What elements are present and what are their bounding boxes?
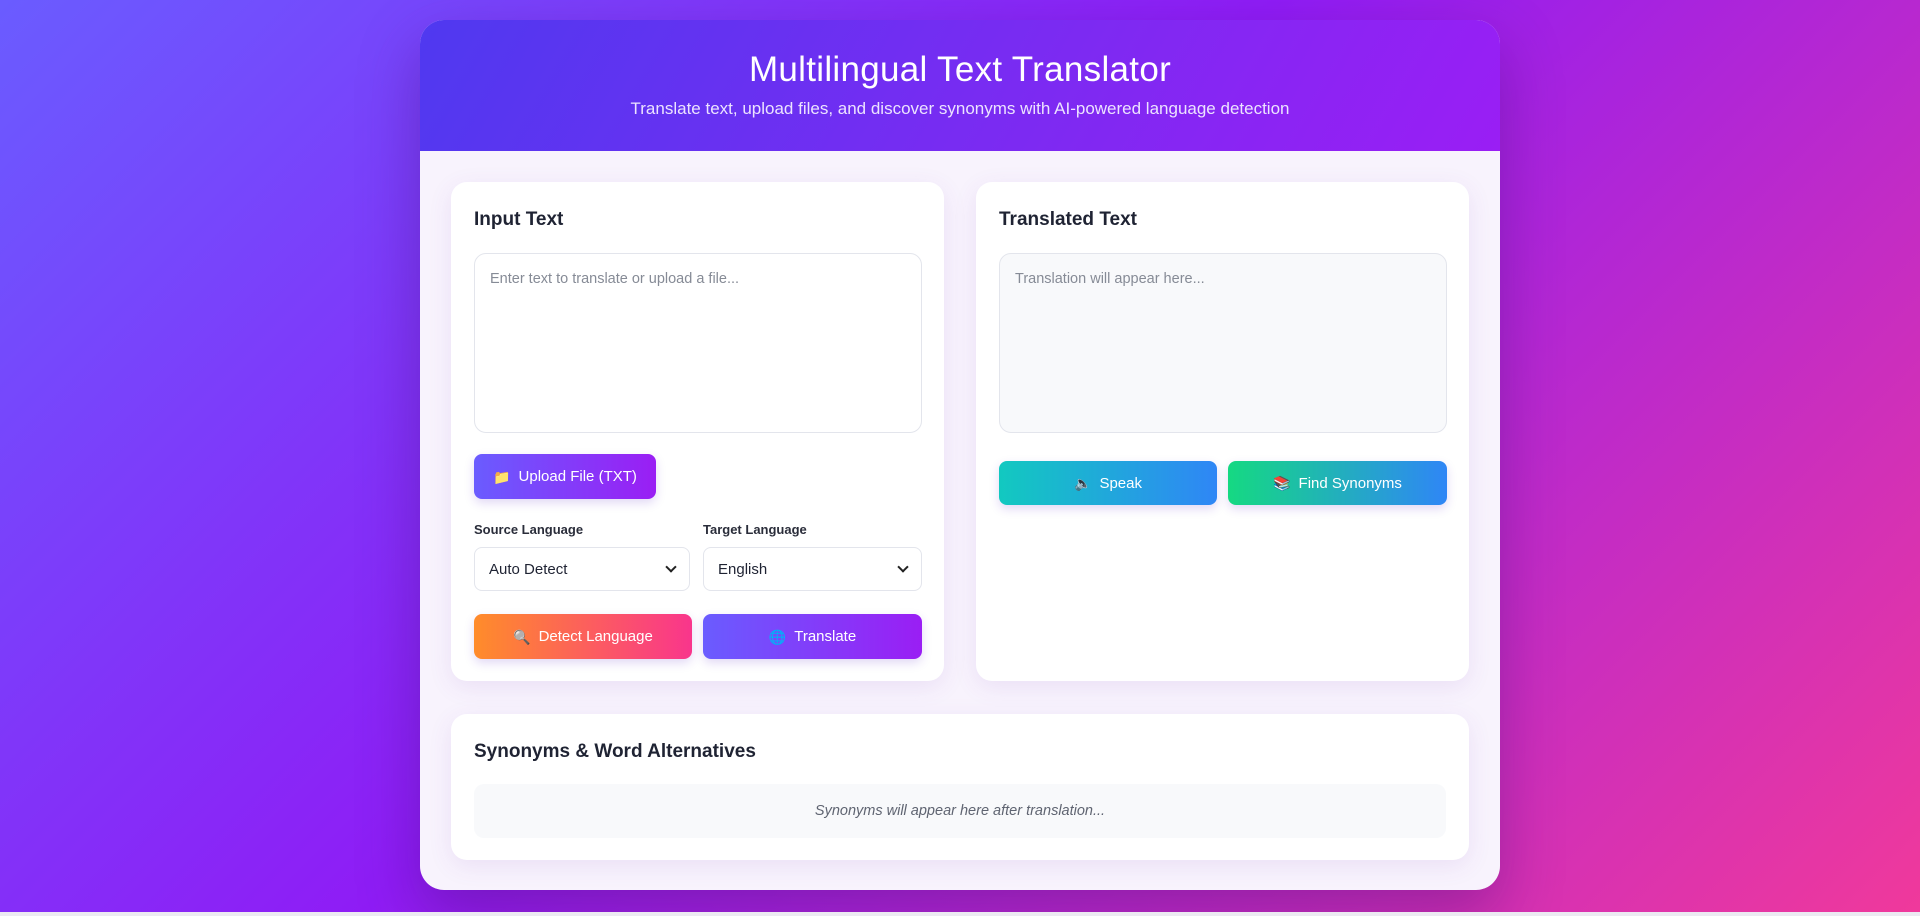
synonyms-card: Synonyms & Word Alternatives Synonyms wi… <box>451 714 1469 860</box>
upload-file-button[interactable]: 📁 Upload File (TXT) <box>474 454 656 499</box>
translate-button[interactable]: 🌐 Translate <box>703 614 922 659</box>
input-card: Input Text Enter text to translate or up… <box>451 182 944 681</box>
detect-language-button[interactable]: 🔍 Detect Language <box>474 614 692 659</box>
target-language-value: English <box>718 560 768 578</box>
globe-icon: 🌐 <box>768 628 787 645</box>
upload-file-label: Upload File (TXT) <box>518 468 637 485</box>
source-language-select[interactable]: Auto Detect <box>474 547 690 591</box>
folder-icon: 📁 <box>493 468 511 485</box>
bottom-strip <box>0 912 1920 916</box>
input-textarea[interactable]: Enter text to translate or upload a file… <box>474 253 922 433</box>
speaker-icon: 🔈 <box>1074 475 1092 491</box>
source-language-value: Auto Detect <box>489 560 568 578</box>
synonyms-output: Synonyms will appear here after translat… <box>474 784 1446 838</box>
app-header: Multilingual Text Translator Translate t… <box>420 20 1500 151</box>
target-language-select[interactable]: English <box>703 547 922 591</box>
target-language-label: Target Language <box>703 522 807 537</box>
synonyms-card-title: Synonyms & Word Alternatives <box>474 741 756 762</box>
find-synonyms-button[interactable]: 📚 Find Synonyms <box>1228 461 1447 505</box>
books-icon: 📚 <box>1273 475 1291 491</box>
output-card: Translated Text Translation will appear … <box>976 182 1469 681</box>
source-language-label: Source Language <box>474 522 584 537</box>
output-card-title: Translated Text <box>999 209 1137 230</box>
speak-label: Speak <box>1099 474 1142 492</box>
chevron-down-icon <box>665 561 677 573</box>
page-subtitle: Translate text, upload files, and discov… <box>630 99 1290 118</box>
input-card-title: Input Text <box>474 209 564 230</box>
translator-app: Multilingual Text Translator Translate t… <box>420 20 1500 890</box>
translate-label: Translate <box>794 628 857 645</box>
speak-button[interactable]: 🔈 Speak <box>999 461 1217 505</box>
find-synonyms-label: Find Synonyms <box>1298 474 1402 492</box>
magnifier-icon: 🔍 <box>513 628 531 645</box>
chevron-down-icon <box>897 561 909 573</box>
page-title: Multilingual Text Translator <box>748 50 1172 89</box>
detect-language-label: Detect Language <box>538 628 653 645</box>
output-textarea[interactable]: Translation will appear here... <box>999 253 1447 433</box>
